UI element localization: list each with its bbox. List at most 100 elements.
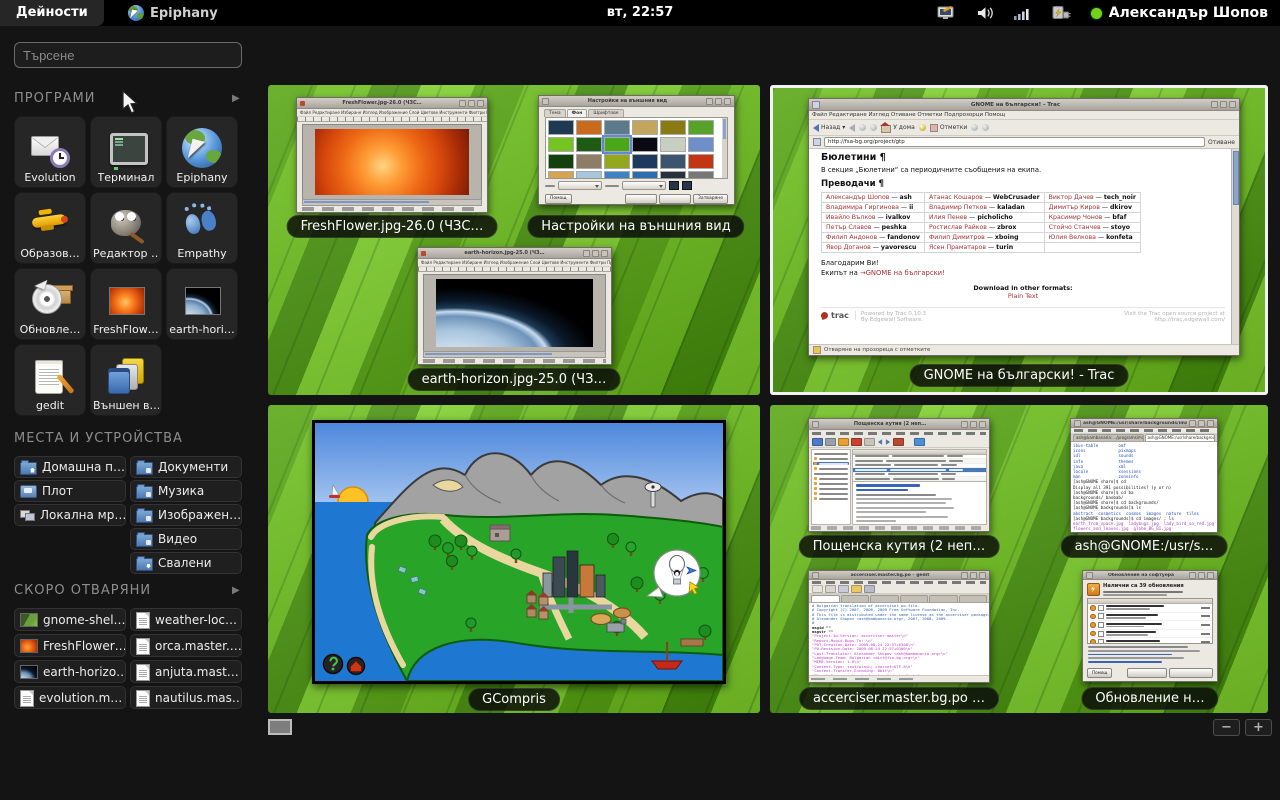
battery-icon[interactable]	[1050, 6, 1071, 20]
recent-item[interactable]: nautilus.mas…	[130, 686, 242, 709]
recent-item[interactable]: gnome-shel…	[14, 608, 126, 631]
update-icon	[1087, 583, 1100, 596]
recent-item[interactable]: orca.master.…	[130, 634, 242, 657]
window-label: earth-horizon.jpg-25.0 (ЧЗ…	[408, 368, 621, 391]
workspace-2-active[interactable]: GNOME на български! - Trac Файл Редактир…	[770, 85, 1268, 395]
stop-icon	[859, 124, 866, 131]
recent-item[interactable]: anjuta.mast…	[130, 660, 242, 683]
app-tile-earth-horizon[interactable]: earth-hori…	[166, 268, 238, 340]
recent-item[interactable]: earth-horizo…	[14, 660, 126, 683]
evolution-mail-window[interactable]: Пощенска кутия (2 неп…	[808, 418, 990, 532]
places-left-column: Домашна п… Плот Локална мр…	[14, 456, 126, 526]
user-menu[interactable]: Александър Шопов	[1091, 5, 1268, 21]
programs-expand-icon[interactable]: ▶	[232, 93, 240, 104]
terminal-tab: ash@kambanaria:…/programs/master…	[1073, 434, 1144, 441]
window-label: ash@GNOME:/usr/s…	[1061, 535, 1228, 558]
app-tile-epiphany[interactable]: Epiphany	[166, 116, 238, 188]
network-signal-icon[interactable]	[1014, 7, 1030, 20]
empathy-icon	[180, 204, 224, 246]
window-label: Настройки на външния вид	[527, 215, 744, 238]
display-icon[interactable]	[937, 6, 957, 21]
window-label: accerciser.master.bg.po …	[799, 687, 999, 710]
text-document-icon	[136, 664, 150, 681]
recent-item[interactable]: weather-loc…	[130, 608, 242, 631]
app-tile-updates[interactable]: Обновле…	[14, 268, 86, 340]
recent-item[interactable]: evolution.m…	[14, 686, 126, 709]
epiphany-app-icon	[180, 128, 224, 170]
evolution-icon	[28, 128, 72, 170]
appearance-window[interactable]: Настройки на външния вид Тема Фон Шрифто…	[538, 95, 735, 205]
workspace-3[interactable]: GCompris	[268, 405, 760, 713]
zoom-out-icon	[982, 124, 989, 131]
selected-wallpaper	[604, 137, 630, 152]
app-tile-gedit[interactable]: gedit	[14, 344, 86, 416]
recent-expand-icon[interactable]: ▶	[232, 585, 240, 596]
text-document-icon	[136, 690, 150, 707]
app-tile-gcompris[interactable]: Образов…	[14, 192, 86, 264]
workspace-1[interactable]: FreshFlower.jpg-26.0 (ЧЗС… Файл Редактир…	[268, 85, 760, 395]
place-videos[interactable]: Видео	[130, 528, 242, 550]
gimp-window-freshflower[interactable]: FreshFlower.jpg-26.0 (ЧЗС… Файл Редактир…	[296, 97, 488, 213]
page-heading: Бюлетини ¶	[821, 152, 1225, 163]
place-desktop[interactable]: Плот	[14, 480, 126, 502]
app-tile-empathy[interactable]: Empathy	[166, 192, 238, 264]
downloads-folder-icon	[136, 558, 153, 571]
recent-right-column: weather-loc… orca.master.… anjuta.mast… …	[130, 608, 242, 709]
terminal-output: ibus-table omf icons pixmaps idl sounds …	[1071, 442, 1217, 532]
workspace-4[interactable]: Пощенска кутия (2 неп…	[770, 405, 1268, 713]
history-icon	[919, 124, 926, 131]
epiphany-trac-window[interactable]: GNOME на български! - Trac Файл Редактир…	[808, 98, 1240, 356]
appearance-icon	[104, 356, 148, 398]
page-content: Бюлетини ¶ В секция „Бюлетини“ са период…	[809, 149, 1239, 344]
app-tile-gimp[interactable]: Редактор …	[90, 192, 162, 264]
recent-item[interactable]: FreshFlower…	[14, 634, 126, 657]
programs-section-title: ПРОГРАМИ	[14, 91, 95, 106]
volume-icon[interactable]	[977, 6, 994, 20]
install-updates-button	[1169, 668, 1213, 678]
gedit-window[interactable]: accerciser.master.bg.po – gedit # Bulgar…	[808, 570, 990, 683]
place-pictures[interactable]: Изображен…	[130, 504, 242, 526]
system-tray: Александър Шопов	[937, 0, 1280, 26]
workspace-indicator[interactable]	[268, 719, 292, 735]
add-workspace-button[interactable]: +	[1245, 719, 1272, 736]
home-button: У дома	[881, 123, 915, 133]
image-thumbnail-icon	[20, 665, 38, 679]
trac-logo: trac	[821, 311, 856, 320]
gedit-icon	[28, 356, 72, 398]
back-button: Назад ▾	[813, 124, 845, 132]
help-button	[324, 655, 343, 674]
place-network[interactable]: Локална мр…	[14, 504, 126, 526]
place-downloads[interactable]: Свалени	[130, 552, 242, 574]
forward-button	[849, 124, 855, 132]
url-bar: http://fsa-bg.org/project/gtp	[824, 137, 1205, 147]
wallpaper-grid	[545, 117, 728, 179]
window-label: Обновление н…	[1081, 687, 1218, 710]
pictures-folder-icon	[136, 510, 153, 523]
software-update-icon	[28, 280, 72, 322]
search-input[interactable]	[14, 42, 242, 68]
places-section-title: МЕСТА И УСТРОЙСТВА	[14, 431, 183, 446]
desktop-icon	[20, 485, 37, 498]
gcompris-window[interactable]	[312, 420, 726, 684]
app-tile-terminal[interactable]: Терминал	[90, 116, 162, 188]
scrollbar[interactable]	[1231, 149, 1239, 344]
user-status-icon	[1091, 8, 1102, 19]
place-music[interactable]: Музика	[130, 480, 242, 502]
gimp-window-earth[interactable]: earth-horizon.jpg-25.0 (ЧЗ… Файл Редакти…	[417, 247, 612, 365]
window-label: GCompris	[468, 688, 560, 711]
app-tile-evolution[interactable]: Evolution	[14, 116, 86, 188]
place-home[interactable]: Домашна п…	[14, 456, 126, 478]
mail-list-and-preview	[852, 449, 987, 525]
window-label: FreshFlower.jpg-26.0 (ЧЗС…	[287, 215, 498, 238]
app-tile-appearance[interactable]: Външен в…	[90, 344, 162, 416]
terminal-window[interactable]: ash@GNOME:/usr/share/backgrounds/images …	[1070, 418, 1218, 533]
page-subheading: Преводачи ¶	[821, 179, 1225, 189]
recent-left-column: gnome-shel… FreshFlower… earth-horizo… e…	[14, 608, 126, 709]
gedit-tab-active	[811, 595, 840, 602]
app-tile-freshflower[interactable]: FreshFlow…	[90, 268, 162, 340]
remove-workspace-button[interactable]: −	[1213, 719, 1240, 736]
place-documents[interactable]: Документи	[130, 456, 242, 478]
mail-folder-tree	[811, 449, 851, 525]
update-manager-window[interactable]: Обновление на софтуера Налични са 39 обн…	[1082, 570, 1218, 682]
documents-folder-icon	[136, 462, 153, 475]
